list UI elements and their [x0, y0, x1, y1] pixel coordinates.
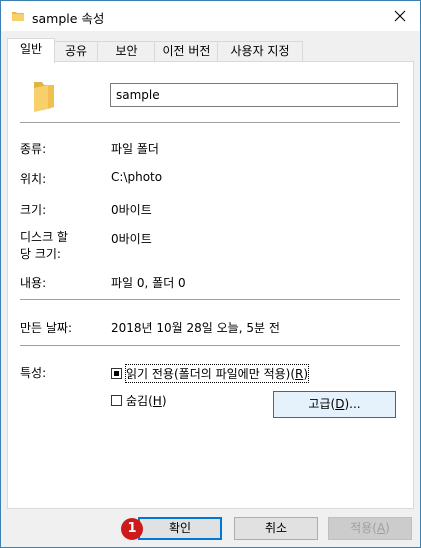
hidden-checkbox[interactable]: 숨김(H)	[111, 392, 167, 409]
size-label: 크기:	[20, 203, 47, 217]
tab-previous-versions[interactable]: 이전 버전	[154, 41, 219, 62]
tab-security[interactable]: 보안	[97, 41, 156, 62]
step-badge: 1	[121, 518, 143, 540]
close-icon	[394, 10, 406, 22]
created-label: 만든 날짜:	[20, 321, 73, 335]
folder-icon	[34, 82, 54, 112]
size-value: 0바이트	[111, 203, 152, 217]
folder-name-input[interactable]	[110, 83, 398, 107]
ok-button[interactable]: 확인	[138, 517, 222, 540]
cancel-button[interactable]: 취소	[234, 517, 318, 540]
close-button[interactable]	[380, 1, 420, 31]
contents-label: 내용:	[20, 276, 47, 290]
type-value: 파일 폴더	[111, 142, 159, 156]
tab-customize[interactable]: 사용자 지정	[217, 41, 303, 62]
properties-window: sample 속성 일반 공유 보안 이전 버전 사용자 지정 종류: 파일 폴…	[0, 0, 421, 548]
title-bar[interactable]: sample 속성	[1, 1, 420, 31]
advanced-button[interactable]: 고급(D)...	[273, 391, 396, 418]
separator	[20, 299, 400, 300]
readonly-checkbox[interactable]: 읽기 전용(폴더의 파일에만 적용)(R)	[111, 364, 310, 383]
created-value: 2018년 10월 28일 오늘, 5분 전	[111, 321, 280, 335]
location-label: 위치:	[20, 172, 47, 186]
attributes-label: 특성:	[20, 366, 47, 380]
separator	[20, 345, 400, 346]
type-label: 종류:	[20, 142, 47, 156]
contents-value: 파일 0, 폴더 0	[111, 276, 186, 290]
separator	[20, 122, 400, 123]
location-value: C:\photo	[111, 170, 163, 184]
folder-icon	[12, 12, 24, 21]
readonly-checkbox-box[interactable]	[111, 368, 122, 379]
general-panel: 종류: 파일 폴더 위치: C:\photo 크기: 0바이트 디스크 할 당 …	[7, 61, 414, 509]
tab-general[interactable]: 일반	[7, 38, 55, 63]
hidden-checkbox-label: 숨김(H)	[126, 394, 167, 408]
tab-sharing[interactable]: 공유	[53, 41, 99, 62]
size-on-disk-value: 0바이트	[111, 232, 152, 246]
readonly-checkbox-label: 읽기 전용(폴더의 파일에만 적용)(R)	[124, 364, 310, 383]
hidden-checkbox-box[interactable]	[111, 395, 122, 406]
size-on-disk-label: 디스크 할 당 크기:	[20, 230, 68, 261]
apply-button[interactable]: 적용(A)	[328, 517, 412, 540]
window-title: sample 속성	[32, 11, 105, 26]
